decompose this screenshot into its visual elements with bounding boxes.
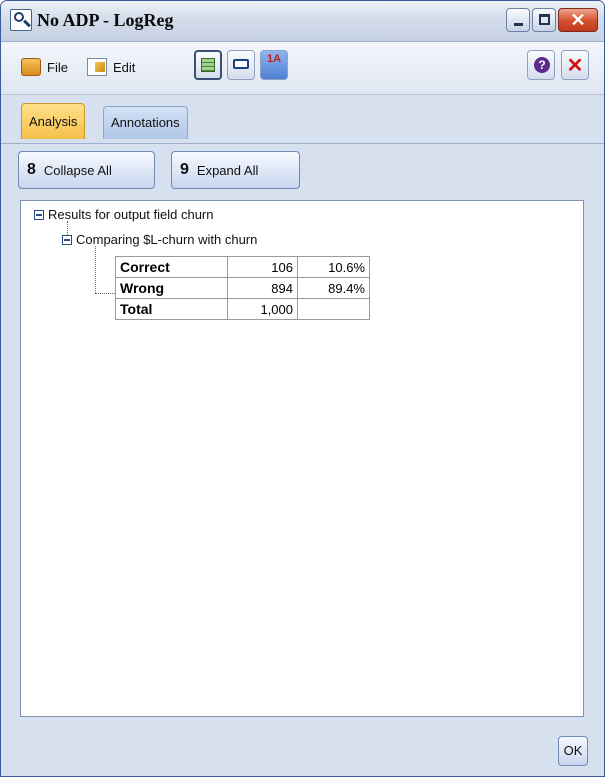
table-row: Total 1,000 — [115, 298, 370, 320]
file-menu-label: File — [47, 59, 68, 75]
export-table-button[interactable] — [194, 50, 222, 80]
title-bar[interactable]: No ADP - LogReg ✕ — [1, 1, 604, 42]
file-icon — [21, 58, 41, 76]
footer: OK — [1, 719, 604, 776]
action-button-row: 8 Collapse All 9 Expand All — [1, 144, 604, 198]
edit-icon — [87, 58, 107, 76]
tree-connector — [95, 293, 115, 294]
results-table: Correct 106 10.6% Wrong 894 89.4% Total … — [115, 256, 370, 320]
close-icon: ✕ — [570, 10, 586, 30]
collapse-toggle-icon[interactable] — [34, 210, 44, 220]
tree-child-label: Comparing $L-churn with churn — [76, 232, 258, 247]
minimize-icon — [514, 23, 523, 26]
analysis-output-panel[interactable]: Results for output field churn Comparing… — [20, 200, 584, 717]
row-count: 106 — [227, 256, 298, 278]
table-row: Wrong 894 89.4% — [115, 277, 370, 299]
close-output-button[interactable]: ✕ — [561, 50, 589, 80]
magnifier-app-icon — [10, 9, 32, 31]
maximize-icon — [539, 14, 550, 25]
ok-button[interactable]: OK — [558, 736, 588, 766]
print-button[interactable] — [227, 50, 255, 80]
edit-menu[interactable]: Edit — [87, 56, 135, 78]
collapse-toggle-icon[interactable] — [62, 235, 72, 245]
output-window: No ADP - LogReg ✕ File Edit 1A ? ✕ Analy… — [0, 0, 605, 777]
expand-icon: 9 — [180, 161, 189, 178]
maximize-button[interactable] — [532, 8, 556, 32]
tab-strip: Analysis Annotations — [1, 95, 604, 144]
table-icon — [201, 58, 215, 72]
minimize-button[interactable] — [506, 8, 530, 32]
window-title: No ADP - LogReg — [37, 10, 174, 30]
help-icon: ? — [534, 57, 550, 73]
collapse-all-button[interactable]: 8 Collapse All — [18, 151, 155, 189]
row-percent: 10.6% — [297, 256, 370, 278]
table-row: Correct 106 10.6% — [115, 256, 370, 278]
sort-button[interactable]: 1A — [260, 50, 288, 80]
expand-all-label: Expand All — [196, 162, 259, 178]
window-close-button[interactable]: ✕ — [558, 8, 598, 32]
tree-connector — [67, 221, 68, 235]
print-icon — [233, 59, 249, 69]
row-count: 1,000 — [227, 298, 298, 320]
sort-icon: 1A — [266, 53, 282, 65]
row-count: 894 — [227, 277, 298, 299]
tab-analysis[interactable]: Analysis — [21, 103, 86, 139]
tab-annotations[interactable]: Annotations — [103, 106, 188, 139]
row-label: Total — [115, 298, 228, 320]
row-label: Wrong — [115, 277, 228, 299]
tree-connector — [95, 246, 96, 293]
file-menu[interactable]: File — [21, 56, 68, 78]
close-x-icon: ✕ — [566, 55, 584, 77]
row-percent — [297, 298, 370, 320]
tree-root-label: Results for output field churn — [48, 207, 214, 222]
expand-all-button[interactable]: 9 Expand All — [171, 151, 300, 189]
collapse-all-label: Collapse All — [43, 162, 112, 178]
toolbar: File Edit 1A ? ✕ — [1, 42, 604, 95]
row-percent: 89.4% — [297, 277, 370, 299]
collapse-icon: 8 — [27, 161, 36, 178]
edit-menu-label: Edit — [113, 59, 136, 75]
help-button[interactable]: ? — [527, 50, 555, 80]
row-label: Correct — [115, 256, 228, 278]
